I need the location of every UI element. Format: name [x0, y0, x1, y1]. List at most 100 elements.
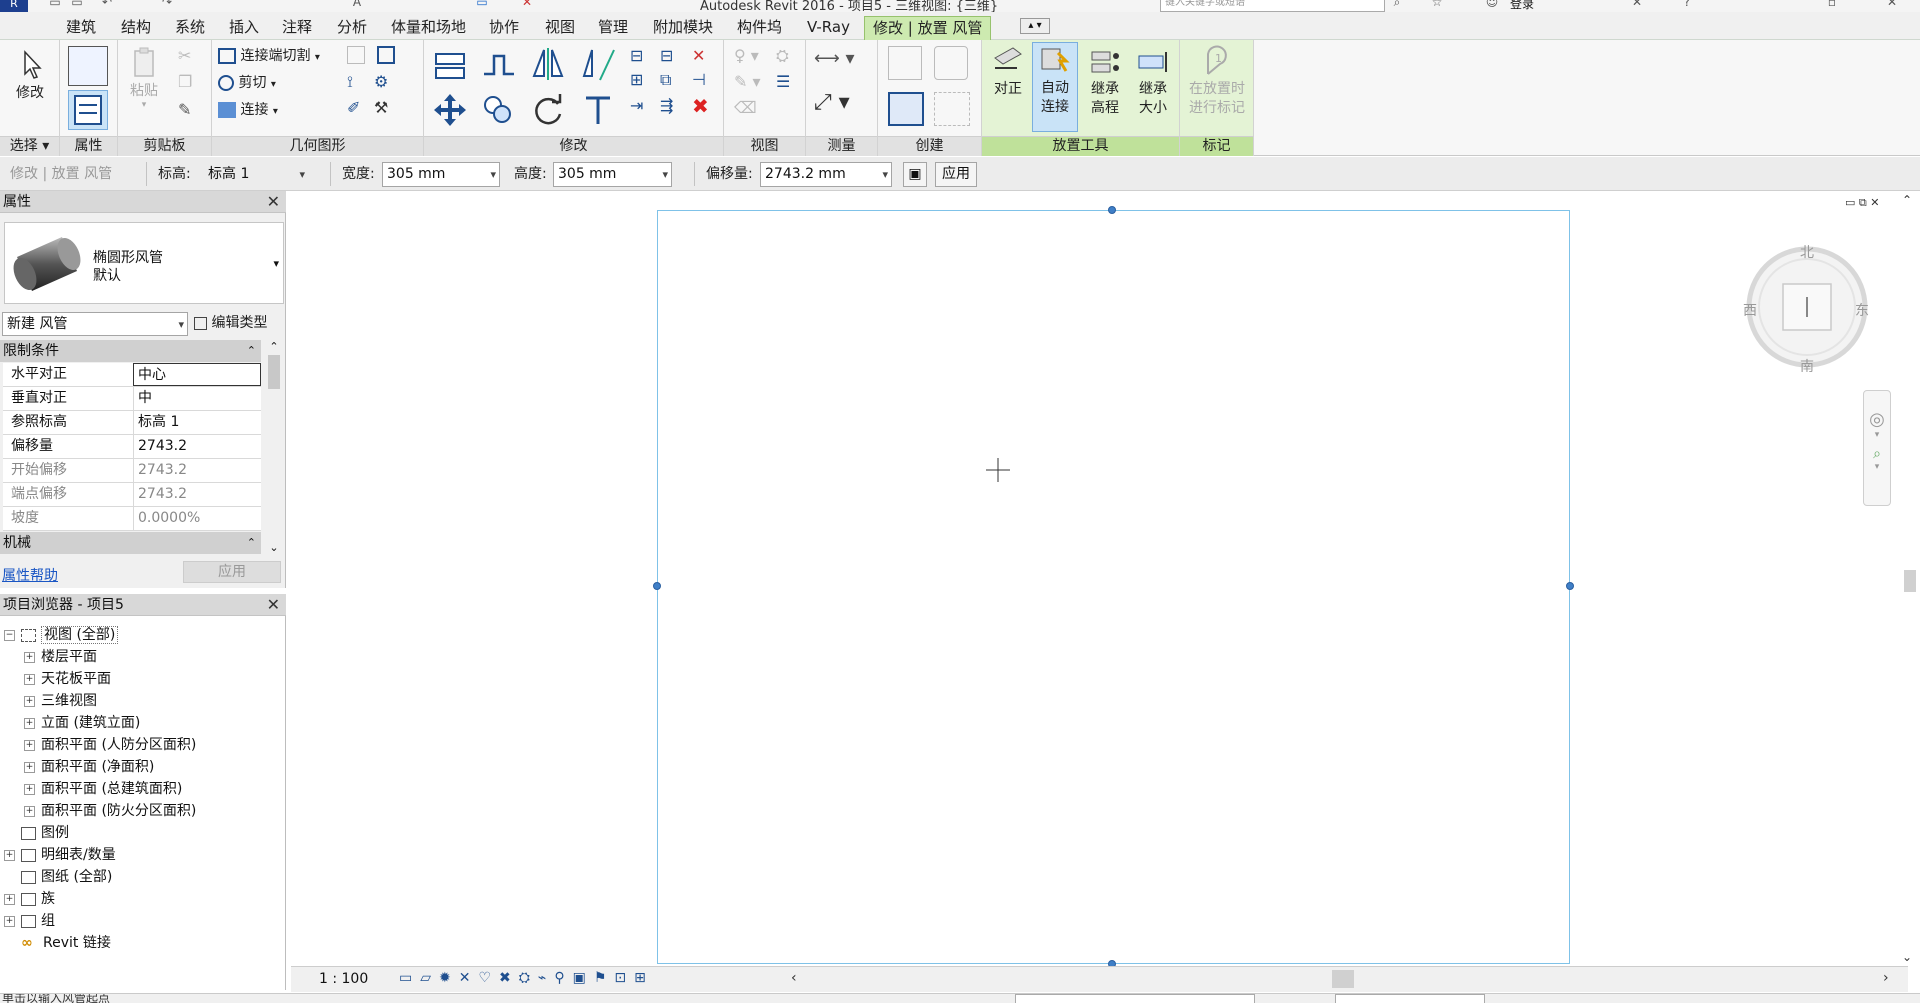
- text-icon[interactable]: A: [350, 0, 364, 10]
- view-eraser-icon[interactable]: ⌫: [734, 98, 757, 117]
- expand-toggle-icon[interactable]: +: [4, 915, 15, 927]
- dimension-icon[interactable]: ⤢ ▾: [814, 90, 850, 115]
- view-window-controls[interactable]: ▭ ⧉ ✕: [1845, 196, 1879, 210]
- lock-offset-button[interactable]: ▣: [903, 162, 927, 187]
- chevron-down-icon[interactable]: ▾: [1864, 462, 1890, 472]
- scroll-right-icon[interactable]: ›: [1883, 970, 1889, 986]
- close-icon[interactable]: ✕: [267, 191, 280, 213]
- create-parts-icon[interactable]: [934, 46, 968, 80]
- tab-massing-site[interactable]: 体量和场地: [391, 16, 466, 40]
- revit-logo-icon[interactable]: R: [0, 0, 28, 12]
- cut-clipboard-icon[interactable]: ✂: [178, 46, 191, 65]
- property-value[interactable]: 标高 1: [133, 411, 261, 434]
- star-icon[interactable]: ☆: [1430, 0, 1444, 10]
- tab-analyze[interactable]: 分析: [337, 16, 367, 40]
- scale-icon[interactable]: ⧉: [660, 70, 671, 90]
- tree-item-legends[interactable]: 图例: [21, 822, 69, 844]
- save-icon[interactable]: ▭: [70, 0, 84, 10]
- properties-help-link[interactable]: 属性帮助: [2, 565, 58, 585]
- expand-toggle-icon[interactable]: +: [24, 695, 35, 707]
- align-icon[interactable]: [432, 46, 468, 82]
- undo-icon[interactable]: ↶: [100, 0, 114, 10]
- property-row-reference-level[interactable]: 参照标高 标高 1: [3, 411, 261, 435]
- paste-button[interactable]: 粘贴 ▾: [124, 46, 164, 110]
- panel-select-label[interactable]: 选择 ▾: [0, 136, 59, 156]
- tree-item-3d-views[interactable]: + 三维视图: [24, 690, 97, 712]
- cut-geometry-button[interactable]: 剪切 ▾: [218, 70, 276, 96]
- steering-wheel-icon[interactable]: ◎: [1864, 409, 1890, 430]
- help-search-input[interactable]: 键入关键字或短语: [1160, 0, 1385, 12]
- trim-multiple-icon[interactable]: ⇶: [660, 96, 673, 115]
- exchange-icon[interactable]: ✕: [1630, 0, 1644, 10]
- trim-single-icon[interactable]: ⇥: [630, 96, 643, 115]
- inherit-elevation-button[interactable]: 继承 高程: [1082, 44, 1128, 118]
- offset-icon[interactable]: [480, 46, 516, 82]
- type-properties-icon[interactable]: [68, 46, 108, 86]
- property-value[interactable]: 中: [133, 387, 261, 410]
- expand-toggle-icon[interactable]: +: [24, 673, 35, 685]
- sign-in-link[interactable]: 登录: [1510, 0, 1534, 12]
- pick-new-host-icon[interactable]: ⚒: [374, 98, 388, 117]
- tab-view[interactable]: 视图: [545, 16, 575, 40]
- height-combo[interactable]: 305 mm ▾: [553, 162, 672, 187]
- tree-item-views-all[interactable]: − 视图 (全部): [4, 624, 119, 646]
- search-icon[interactable]: ⌕: [1390, 0, 1404, 10]
- similar-icon[interactable]: [934, 92, 970, 126]
- cope-button[interactable]: 连接端切割 ▾: [218, 43, 320, 69]
- offset-combo[interactable]: 2743.2 mm ▾: [760, 162, 892, 187]
- tag-on-placement-button[interactable]: 1 在放置时 进行标记: [1182, 44, 1252, 118]
- design-option-field[interactable]: [1335, 994, 1485, 1003]
- demolish-icon[interactable]: ⟟: [347, 72, 353, 92]
- tree-item-floor-plans[interactable]: + 楼层平面: [24, 646, 97, 668]
- move-icon[interactable]: [432, 92, 468, 128]
- split-element-icon[interactable]: ⊟: [630, 46, 643, 65]
- linework-icon[interactable]: ✎ ▾: [734, 72, 761, 91]
- scroll-down-icon[interactable]: ⌄: [1902, 950, 1912, 964]
- group-constraints[interactable]: 限制条件 ⌃: [0, 340, 261, 362]
- expand-toggle-icon[interactable]: +: [24, 805, 35, 817]
- paint-icon[interactable]: ⚙: [374, 72, 388, 91]
- auto-connect-button[interactable]: 自动 连接: [1032, 42, 1078, 132]
- rotate-icon[interactable]: [530, 92, 566, 128]
- property-row-horizontal-justification[interactable]: 水平对正 中心: [3, 363, 261, 387]
- options-apply-button[interactable]: 应用: [935, 162, 977, 187]
- justify-button[interactable]: 对正: [988, 44, 1028, 99]
- ribbon-minimize-button[interactable]: ▴ ▾: [1020, 18, 1050, 34]
- switch-windows-icon[interactable]: ▭: [475, 0, 489, 10]
- mirror-draw-icon[interactable]: [580, 46, 616, 82]
- create-assembly-icon[interactable]: [888, 46, 922, 80]
- close-window-icon[interactable]: ✕: [1885, 0, 1899, 10]
- tab-systems[interactable]: 系统: [175, 16, 205, 40]
- copy-icon[interactable]: ❐: [178, 72, 192, 91]
- tree-item-ceiling-plans[interactable]: + 天花板平面: [24, 668, 111, 690]
- type-selector[interactable]: 椭圆形风管 默认 ▾: [4, 222, 284, 304]
- tab-component-dock[interactable]: 构件坞: [737, 16, 782, 40]
- close-hidden-icon[interactable]: ✕: [520, 0, 534, 10]
- split-gap-icon[interactable]: ⊟: [660, 46, 673, 65]
- tree-item-groups[interactable]: + 组: [4, 910, 55, 932]
- copy-element-icon[interactable]: [480, 92, 516, 128]
- properties-apply-button[interactable]: 应用: [183, 561, 281, 583]
- override-graphics-icon[interactable]: ♀ ▾: [734, 46, 759, 65]
- zoom-icon[interactable]: ⌕: [1864, 446, 1890, 462]
- scroll-up-icon[interactable]: ⌃: [1902, 193, 1912, 207]
- view-scale[interactable]: 1 : 100: [319, 971, 368, 987]
- tab-architecture[interactable]: 建筑: [66, 16, 96, 40]
- edit-type-button[interactable]: 编辑类型: [194, 310, 267, 336]
- measure-distance-icon[interactable]: ⟷ ▾: [814, 48, 855, 69]
- expand-toggle-icon[interactable]: +: [24, 739, 35, 751]
- vertical-scroll-thumb[interactable]: [1904, 570, 1916, 592]
- viewcube-east[interactable]: 东: [1855, 300, 1869, 320]
- restore-window-icon[interactable]: ▫: [1825, 0, 1839, 10]
- tree-item-sheets[interactable]: 图纸 (全部): [21, 866, 112, 888]
- hide-element-icon[interactable]: ⛭: [776, 46, 789, 66]
- horizontal-scroll-thumb[interactable]: [1332, 970, 1354, 988]
- split-face-icon[interactable]: [347, 46, 365, 64]
- tree-item-schedules[interactable]: + 明细表/数量: [4, 844, 116, 866]
- mirror-axis-icon[interactable]: [530, 46, 566, 82]
- tab-collaborate[interactable]: 协作: [489, 16, 519, 40]
- viewcube-west[interactable]: 西: [1743, 300, 1757, 320]
- tree-item-families[interactable]: + 族: [4, 888, 55, 910]
- tab-manage[interactable]: 管理: [598, 16, 628, 40]
- view-control-icons[interactable]: ▭▱✹✕♡✖⛭⌁⚲▣⚑⊡⊞: [399, 970, 654, 986]
